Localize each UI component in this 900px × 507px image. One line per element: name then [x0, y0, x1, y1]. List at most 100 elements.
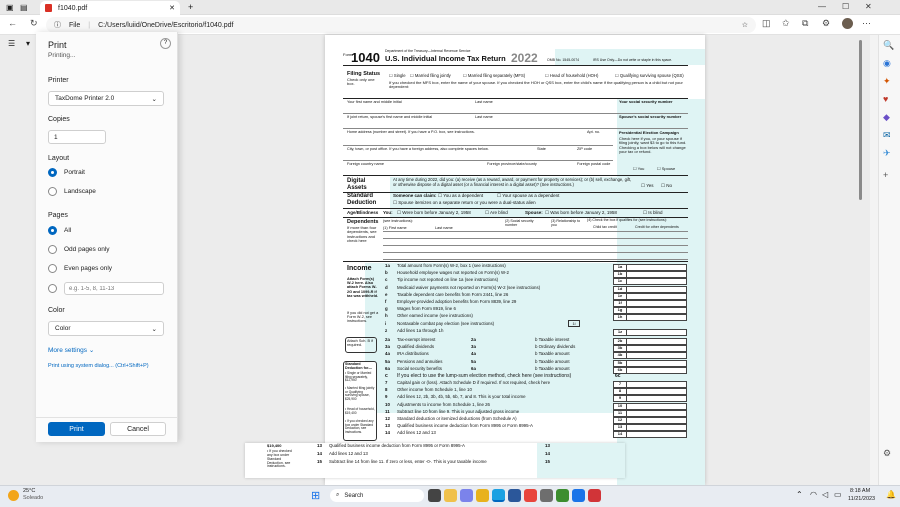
pair-line-ref-amount — [627, 352, 687, 360]
fs-qss[interactable]: ☐ Qualifying surviving spouse (QSS) — [615, 73, 684, 79]
da-no[interactable]: ☐ No — [661, 183, 672, 189]
chrome-icon[interactable] — [572, 489, 585, 502]
file-explorer-icon[interactable] — [444, 489, 457, 502]
cancel-button[interactable]: Cancel — [110, 422, 166, 436]
close-tab-icon[interactable]: ✕ — [169, 4, 175, 12]
contents-icon[interactable]: ☰ — [8, 39, 15, 48]
copies-input[interactable]: 1 — [48, 130, 106, 144]
drop-icon[interactable]: ✈ — [883, 148, 891, 159]
income-line-text: Medicaid waiver payments not reported on… — [397, 284, 541, 290]
pages-custom-radio[interactable] — [48, 284, 57, 293]
tail-line-ref-amount — [627, 402, 687, 410]
sidebar-settings-icon[interactable]: ⚙ — [883, 448, 891, 459]
weather-temp[interactable]: 25°C — [23, 488, 35, 494]
draw-icon[interactable]: ▾ — [26, 39, 30, 48]
chevron-up-icon[interactable]: ⌃ — [796, 490, 803, 499]
favorites-icon[interactable]: ✩ — [782, 18, 790, 29]
pages-all-option[interactable]: All — [48, 226, 71, 235]
pair-line-ref: 3b — [613, 345, 627, 353]
maximize-icon[interactable]: ☐ — [842, 2, 849, 11]
pages-odd-radio[interactable] — [48, 245, 57, 254]
minimize-icon[interactable]: — — [818, 2, 826, 11]
fs-married-separately[interactable]: ☐ Married filing separately (MFS) — [463, 73, 525, 79]
layout-landscape-option[interactable]: Landscape — [48, 187, 96, 196]
split-screen-icon[interactable]: ◫ — [762, 18, 771, 29]
notification-icon[interactable]: 🔔 — [886, 490, 896, 499]
search-sidebar-icon[interactable]: 🔍 — [883, 40, 894, 51]
scrollbar[interactable] — [858, 40, 864, 435]
portrait-radio[interactable] — [48, 168, 57, 177]
tab-actions-icon[interactable]: ▤ — [20, 3, 28, 12]
income-line-text: Nontaxable combat pay election (see inst… — [397, 320, 495, 326]
fs-married-jointly[interactable]: ☐ Married filing jointly — [410, 73, 451, 79]
printer-select[interactable]: TaxDome Printer 2.0 ⌄ — [48, 91, 164, 106]
collections-icon[interactable]: ⧉ — [802, 18, 808, 29]
da-yes[interactable]: ☐ Yes — [641, 183, 654, 189]
app3-icon[interactable] — [556, 489, 569, 502]
pages-custom-option[interactable] — [48, 282, 164, 295]
fs-head-household[interactable]: ☐ Head of household (HOH) — [545, 73, 598, 79]
more-settings-link[interactable]: More settings ⌄ — [48, 346, 94, 354]
sd-spouse-itemizes[interactable]: ☐ Spouse itemizes on a separate return o… — [393, 200, 536, 206]
pec-spouse[interactable]: ☐ Spouse — [657, 166, 675, 171]
copilot-icon[interactable]: ◉ — [883, 58, 891, 69]
avatar[interactable] — [842, 18, 853, 29]
sun-icon[interactable] — [8, 490, 19, 501]
landscape-radio[interactable] — [48, 187, 57, 196]
favorite-star-icon[interactable]: ☆ — [742, 21, 748, 29]
pec-you[interactable]: ☐ You — [633, 166, 644, 171]
word-icon[interactable] — [508, 489, 521, 502]
app-icon[interactable] — [524, 489, 537, 502]
pages-even-radio[interactable] — [48, 264, 57, 273]
color-select[interactable]: Color ⌄ — [48, 321, 164, 336]
outlook-icon[interactable]: ✉ — [883, 130, 891, 141]
ab-blind[interactable]: ☐ Are blind — [485, 210, 508, 216]
print-button[interactable]: Print — [48, 422, 105, 436]
app2-icon[interactable] — [540, 489, 553, 502]
add-sidebar-icon[interactable]: + — [883, 170, 888, 180]
games-icon[interactable]: ◆ — [883, 112, 890, 123]
close-window-icon[interactable]: ✕ — [865, 2, 872, 11]
help-icon[interactable]: ? — [160, 38, 171, 49]
tab-f1040[interactable]: f1040.pdf ✕ — [40, 1, 180, 15]
shopping-icon[interactable]: ♥ — [883, 94, 888, 104]
teams-icon[interactable] — [460, 489, 473, 502]
clock-time[interactable]: 8:18 AM — [850, 488, 870, 494]
app4-icon[interactable] — [588, 489, 601, 502]
workspaces-icon[interactable]: ▣ — [6, 3, 14, 12]
refresh-icon[interactable]: ↻ — [30, 18, 38, 29]
task-view-icon[interactable] — [428, 489, 441, 502]
back-icon[interactable]: ← — [8, 18, 17, 28]
ab-spouse-born[interactable]: ☐ Was born before January 2, 1958 — [545, 210, 617, 216]
sd-spouse-dependent[interactable]: ☐ Your spouse as a dependent — [497, 193, 559, 199]
folder-icon[interactable] — [476, 489, 489, 502]
tools-icon[interactable]: ✦ — [883, 76, 891, 87]
volume-icon[interactable]: ◁ — [822, 490, 828, 499]
new-tab-icon[interactable]: + — [188, 2, 193, 12]
pages-even-option[interactable]: Even pages only — [48, 264, 112, 273]
sd-you-dependent[interactable]: ☐ You as a dependent — [438, 193, 483, 199]
income-line-ref-amount — [627, 285, 687, 293]
tail-line-number: 14 — [385, 430, 390, 436]
address-bar[interactable]: ⓘ File | C:/Users/luiid/OneDrive/Escrito… — [46, 17, 756, 33]
extensions-icon[interactable]: ⚙ — [822, 18, 830, 29]
chevron-down-icon: ⌄ — [151, 95, 157, 103]
spouse-name-label: If joint return, spouse's first name and… — [347, 115, 433, 119]
fs-single[interactable]: ☐ Single — [389, 73, 406, 79]
menu-icon[interactable]: ⋯ — [862, 18, 871, 29]
edge-icon[interactable] — [492, 489, 505, 502]
layout-portrait-option[interactable]: Portrait — [48, 168, 85, 177]
pages-odd-option[interactable]: Odd pages only — [48, 245, 110, 254]
system-dialog-link[interactable]: Print using system dialog... (Ctrl+Shift… — [48, 363, 149, 369]
pair-line-box: 2a — [471, 337, 476, 342]
ab-born[interactable]: ☐ Were born before January 2, 1958 — [397, 210, 471, 216]
income-line-text: Add lines 1a through 1h — [397, 327, 444, 333]
tail-line-number: 10 — [385, 401, 390, 407]
pages-custom-input[interactable] — [64, 282, 164, 295]
ab-spouse-blind[interactable]: ☐ Is blind — [643, 210, 663, 216]
pages-all-radio[interactable] — [48, 226, 57, 235]
wifi-icon[interactable]: ◠ — [810, 490, 817, 499]
windows-start-icon[interactable]: ⊞ — [311, 489, 320, 502]
battery-icon[interactable]: ▭ — [834, 490, 842, 499]
taskbar-search[interactable]: ⌕ Search — [330, 489, 424, 502]
